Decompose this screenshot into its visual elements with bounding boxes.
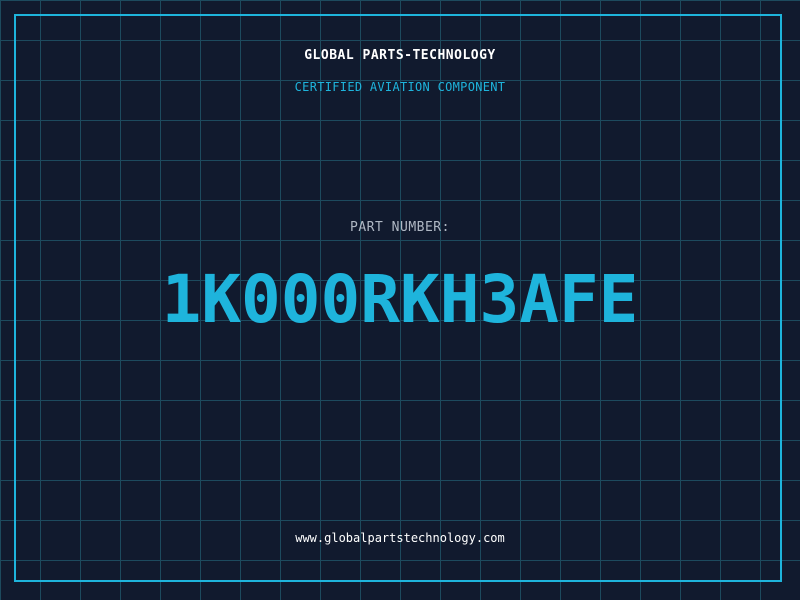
part-number-value: 1K000RKH3AFE <box>161 261 639 338</box>
part-number-label: PART NUMBER: <box>350 220 450 235</box>
company-name: GLOBAL PARTS-TECHNOLOGY <box>304 48 496 63</box>
website-url: www.globalpartstechnology.com <box>295 531 505 545</box>
label-card: GLOBAL PARTS-TECHNOLOGY CERTIFIED AVIATI… <box>0 0 800 600</box>
certification-tagline: CERTIFIED AVIATION COMPONENT <box>294 80 506 94</box>
